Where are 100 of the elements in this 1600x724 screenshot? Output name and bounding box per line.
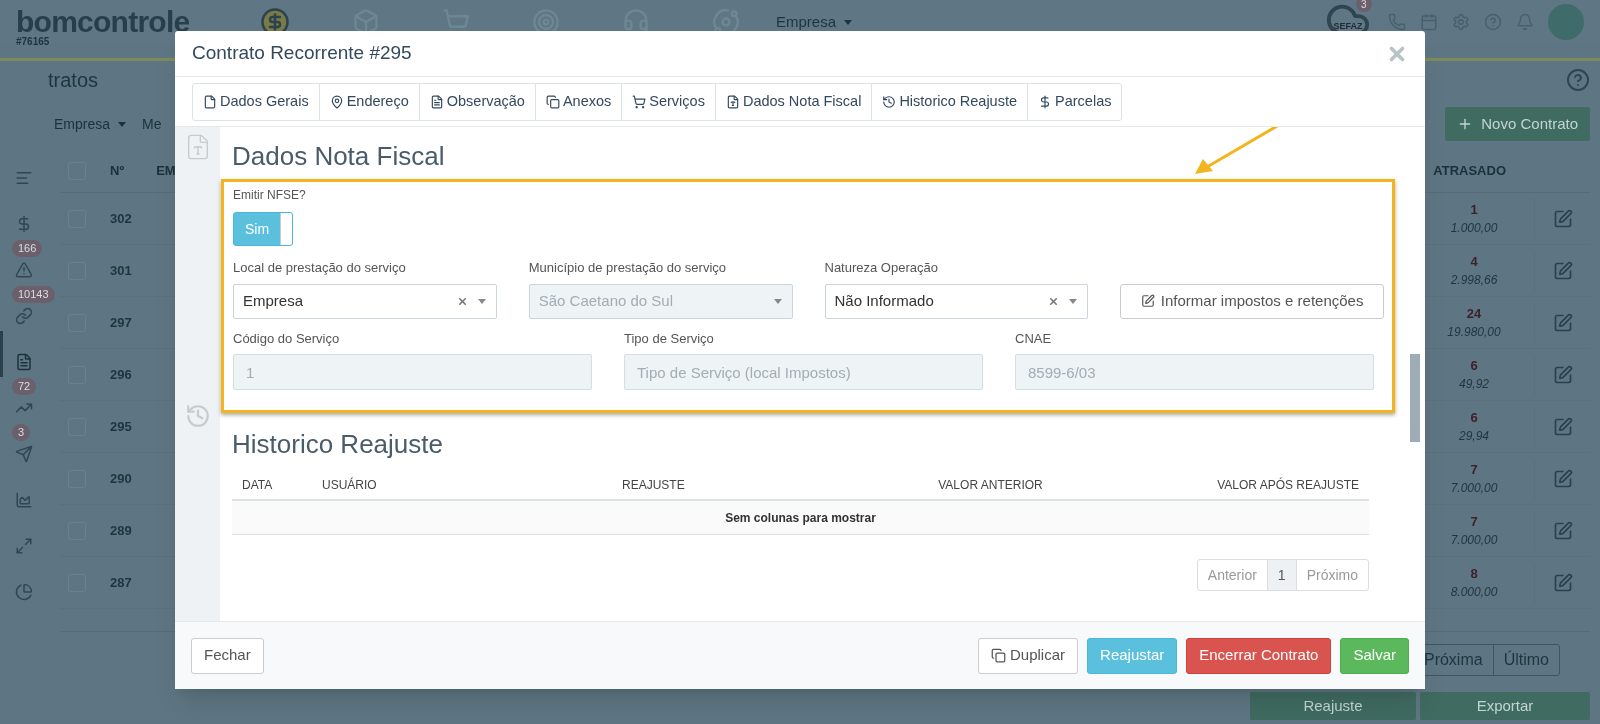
select-field[interactable]: Empresa (233, 283, 497, 319)
document-icon (429, 94, 444, 109)
table-cell-text: 302 (110, 209, 132, 228)
edit-icon[interactable] (1552, 364, 1573, 385)
field-label: Tipo de Serviço (624, 329, 714, 348)
table-cell-text: 1 (1470, 200, 1478, 219)
count-badge: 72 (12, 378, 37, 395)
sidebar-item[interactable]: 10143 (0, 285, 60, 331)
footer-button[interactable]: Salvar (1340, 637, 1409, 674)
tab[interactable]: Historico Reajuste (871, 83, 1028, 120)
logo: bomcontrole (16, 7, 191, 37)
column-header: USUÁRIO (322, 476, 377, 494)
filter-dropdown[interactable]: Empresa (54, 113, 127, 135)
table-cell-text: 287 (110, 573, 132, 592)
list-icon (15, 169, 33, 187)
expand-icon (15, 537, 33, 555)
table-cell-text: 8.000,00 (1450, 584, 1498, 602)
empty-message: Sem colunas para mostrar (725, 509, 876, 527)
new-contract-button[interactable]: Novo Contrato (1445, 107, 1590, 141)
help-icon[interactable] (1484, 13, 1502, 31)
table-cell-text: 7 (1470, 460, 1478, 479)
clear-icon[interactable] (456, 295, 468, 307)
pie-chart-icon (15, 583, 33, 601)
section-title: Dados Nota Fiscal (232, 140, 445, 173)
table-cell-text: 290 (110, 469, 132, 488)
tab[interactable]: Anexos (534, 83, 622, 120)
company-menu[interactable]: Empresa (776, 10, 853, 34)
field-label: Emitir NFSE? (233, 187, 306, 204)
tab[interactable]: Dados Gerais (193, 83, 319, 120)
field-label: CNAE (1015, 329, 1052, 348)
help-icon[interactable] (1566, 68, 1590, 92)
notification-badge: 3 (1356, 0, 1372, 12)
action-button[interactable]: Exportar (1420, 692, 1590, 720)
file-icon (203, 94, 217, 109)
field-label: Código do Serviço (233, 329, 340, 348)
tab[interactable]: Serviços (621, 83, 715, 120)
scrollbar[interactable] (1410, 354, 1420, 442)
copy-icon (991, 648, 1006, 663)
field-label: Município de prestação do serviço (528, 259, 727, 277)
history-icon (184, 403, 211, 429)
table-cell-text: 29,94 (1459, 428, 1489, 446)
edit-icon[interactable] (1552, 312, 1573, 333)
sidebar-item[interactable]: 72 (0, 377, 60, 423)
footer-button[interactable]: Encerrar Contrato (1186, 637, 1332, 674)
history-icon (882, 94, 897, 109)
map-pin-icon (329, 94, 344, 109)
taxes-button[interactable]: Informar impostos e retenções (1120, 283, 1384, 319)
sidebar-item[interactable]: 3 (0, 423, 60, 469)
edit-icon[interactable] (1552, 416, 1573, 437)
field-label: Local de prestação do serviço (233, 259, 406, 277)
table-cell-text: 301 (110, 261, 132, 280)
edit-icon[interactable] (1552, 572, 1573, 593)
account-number: #76165 (16, 37, 51, 47)
table-cell-text: 297 (110, 313, 132, 332)
phone-icon[interactable] (1388, 13, 1406, 31)
column-header: VALOR ANTERIOR (938, 477, 1043, 494)
column-header: Nº (110, 161, 125, 180)
footer-button[interactable]: Duplicar (978, 637, 1079, 674)
section-title: Historico Reajuste (232, 428, 443, 461)
edit-icon[interactable] (1552, 208, 1573, 229)
document-icon (15, 353, 33, 371)
table-cell-text: 1.000,00 (1450, 220, 1498, 238)
table-cell-text: 19.980,00 (1447, 324, 1501, 342)
pagination-link[interactable]: Último (1492, 644, 1560, 676)
edit-icon[interactable] (1552, 520, 1573, 541)
table-cell-text: 289 (110, 521, 132, 540)
table-cell-text: 7.000,00 (1450, 480, 1498, 498)
avatar[interactable] (1548, 4, 1584, 40)
tab[interactable]: Endereço (318, 83, 419, 120)
edit-icon[interactable] (1552, 260, 1573, 281)
table-cell-text: 295 (110, 417, 132, 436)
select-field[interactable]: Não Informado (824, 283, 1089, 319)
caret-icon (118, 121, 127, 127)
bell-icon[interactable] (1516, 13, 1534, 31)
edit-icon (1140, 294, 1155, 308)
table-cell-text: 8 (1470, 564, 1478, 583)
sidebar-item[interactable]: 166 (0, 239, 60, 285)
table-cell-text: 4 (1470, 252, 1478, 271)
modal-title: Contrato Recorrente #295 (192, 41, 412, 66)
count-badge: 166 (12, 240, 43, 257)
tab[interactable]: Observação (418, 83, 535, 120)
edit-icon[interactable] (1552, 468, 1573, 489)
table-cell-text: 296 (110, 365, 132, 384)
filter-dropdown[interactable]: Me (142, 113, 162, 135)
table-cell-text: 6 (1470, 408, 1478, 427)
calendar-icon[interactable] (1420, 13, 1438, 31)
action-button[interactable]: Reajuste (1250, 692, 1416, 720)
close-button[interactable]: Fechar (191, 637, 264, 674)
clear-icon[interactable] (1048, 295, 1060, 307)
caret-icon (773, 298, 782, 304)
link-icon (15, 307, 33, 325)
page-title: tratos (48, 68, 99, 93)
tab[interactable]: Dados Nota Fiscal (714, 83, 872, 120)
area-chart-icon (15, 491, 33, 509)
table-cell-text: 7.000,00 (1450, 532, 1498, 550)
caret-icon (844, 19, 853, 25)
page-button[interactable]: 1 (1266, 559, 1297, 591)
settings-icon[interactable] (1452, 13, 1470, 31)
tab[interactable]: Parcelas (1027, 83, 1122, 120)
field-label: Natureza Operação (824, 259, 938, 277)
